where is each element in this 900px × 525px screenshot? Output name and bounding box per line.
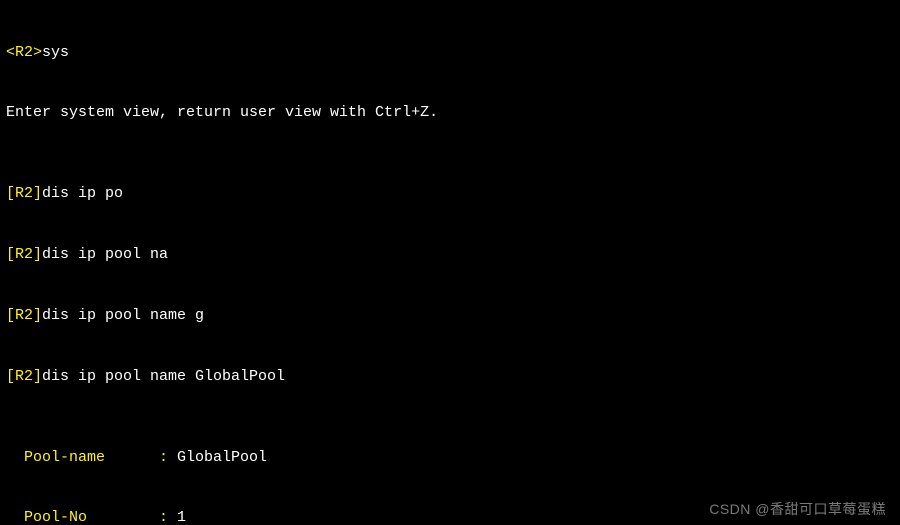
cmd-text: dis ip pool name g — [42, 307, 204, 324]
cmd-text: dis ip pool name GlobalPool — [42, 368, 285, 385]
kv-value: GlobalPool — [177, 449, 267, 466]
prompt: [R2] — [6, 185, 42, 202]
hint-line: Enter system view, return user view with… — [6, 103, 894, 123]
cmd-line-1: [R2]dis ip po — [6, 184, 894, 204]
kv-value: 1 — [177, 509, 186, 525]
prompt: [R2] — [6, 368, 42, 385]
kv-label: Pool-name : — [6, 449, 177, 466]
terminal-output[interactable]: <R2>sys Enter system view, return user v… — [0, 0, 900, 525]
cmd-text: dis ip po — [42, 185, 123, 202]
cmd-sys: sys — [42, 44, 69, 61]
top-prompt-line: <R2>sys — [6, 43, 894, 63]
cmd-line-2: [R2]dis ip pool na — [6, 245, 894, 265]
kv-label: Pool-No : — [6, 509, 177, 525]
kv-pool-name: Pool-name : GlobalPool — [6, 448, 894, 468]
cmd-line-3: [R2]dis ip pool name g — [6, 306, 894, 326]
kv-pool-no: Pool-No : 1 — [6, 508, 894, 525]
prompt: [R2] — [6, 246, 42, 263]
prompt: [R2] — [6, 307, 42, 324]
router-prompt: <R2> — [6, 44, 42, 61]
cmd-text: dis ip pool na — [42, 246, 168, 263]
cmd-line-4: [R2]dis ip pool name GlobalPool — [6, 367, 894, 387]
